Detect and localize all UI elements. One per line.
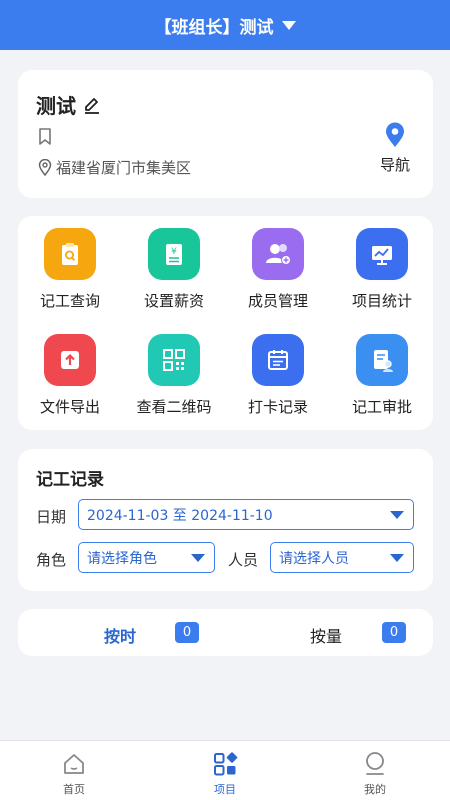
- address-text: 福建省厦门市集美区: [56, 159, 192, 177]
- svg-text:¥: ¥: [171, 247, 177, 257]
- function-grid: 记工查询 ¥ 设置薪资 成员管理 项目统计 文件导出 查看二维码 打卡记录 记工…: [18, 216, 433, 430]
- tab-label: 我的: [364, 783, 386, 796]
- chevron-down-icon: [191, 554, 205, 562]
- grid-item-attendance-approval[interactable]: 记工审批: [332, 334, 432, 417]
- chevron-down-icon: [390, 511, 404, 519]
- dropdown-caret-icon[interactable]: [281, 20, 296, 30]
- tab-label: 首页: [63, 783, 85, 796]
- approval-icon: [374, 350, 393, 372]
- date-range-value: 2024-11-03 至 2024-11-10: [87, 507, 273, 524]
- mode-toggle: 按时 0 按量 0: [18, 609, 433, 656]
- bookmark-icon[interactable]: [38, 128, 52, 146]
- person-placeholder: 请选择人员: [279, 550, 349, 567]
- grid-item-member-management[interactable]: 成员管理: [228, 228, 328, 311]
- person-label: 人员: [228, 551, 259, 569]
- navigate-label: 导航: [379, 156, 410, 174]
- role-select[interactable]: 请选择角色: [78, 542, 215, 573]
- tab-label: 项目: [214, 783, 236, 796]
- map-pin-icon: [386, 122, 404, 147]
- records-title: 记工记录: [36, 470, 104, 490]
- qrcode-icon: [163, 349, 185, 371]
- edit-pencil-icon[interactable]: [82, 95, 102, 115]
- role-placeholder: 请选择角色: [87, 550, 157, 567]
- grid-label: 项目统计: [351, 292, 412, 310]
- bottom-tab-bar: 首页 项目 我的: [0, 740, 450, 800]
- grid-label: 记工查询: [39, 292, 100, 310]
- tab-mine[interactable]: 我的: [345, 751, 405, 797]
- grid-apps-icon: [214, 752, 238, 776]
- grid-item-clock-records[interactable]: 打卡记录: [228, 334, 328, 417]
- user-icon: [366, 752, 384, 775]
- role-label: 角色: [36, 551, 67, 569]
- top-header[interactable]: 【班组长】测试: [0, 0, 450, 50]
- grid-label: 查看二维码: [136, 398, 212, 416]
- grid-item-attendance-query[interactable]: 记工查询: [20, 228, 120, 311]
- attendance-records-card: 记工记录 日期 2024-11-03 至 2024-11-10 角色 请选择角色…: [18, 449, 433, 591]
- tab-home[interactable]: 首页: [44, 751, 104, 797]
- date-range-select[interactable]: 2024-11-03 至 2024-11-10: [78, 499, 414, 530]
- clipboard-search-icon: [62, 243, 78, 265]
- grid-label: 记工审批: [351, 398, 412, 416]
- upload-icon: [61, 351, 79, 369]
- project-name: 测试: [36, 94, 76, 118]
- by-quantity-count-badge: 0: [382, 622, 406, 643]
- tab-project[interactable]: 项目: [195, 751, 255, 797]
- header-title: 【班组长】测试: [154, 17, 274, 38]
- grid-item-project-statistics[interactable]: 项目统计: [332, 228, 432, 311]
- grid-label: 成员管理: [247, 292, 308, 310]
- project-card: 测试 福建省厦门市集美区 导航: [18, 70, 433, 198]
- person-select[interactable]: 请选择人员: [270, 542, 414, 573]
- chevron-down-icon: [390, 554, 404, 562]
- chart-board-icon: [372, 246, 392, 265]
- members-icon: [266, 244, 291, 265]
- date-label: 日期: [36, 508, 67, 526]
- by-time-tab[interactable]: 按时: [104, 623, 136, 647]
- location-pin-icon: [38, 159, 52, 176]
- grid-label: 打卡记录: [247, 398, 308, 416]
- by-quantity-tab[interactable]: 按量: [310, 623, 342, 647]
- grid-item-set-salary[interactable]: ¥ 设置薪资: [124, 228, 224, 311]
- navigate-button[interactable]: 导航: [375, 122, 415, 175]
- grid-item-view-qrcode[interactable]: 查看二维码: [124, 334, 224, 417]
- by-time-count-badge: 0: [175, 622, 199, 643]
- grid-item-file-export[interactable]: 文件导出: [20, 334, 120, 417]
- grid-label: 设置薪资: [143, 292, 204, 310]
- grid-label: 文件导出: [39, 398, 100, 416]
- salary-doc-icon: ¥: [166, 244, 182, 265]
- calendar-icon: [268, 350, 288, 370]
- project-address: 福建省厦门市集美区: [38, 157, 191, 178]
- home-icon: [64, 754, 84, 774]
